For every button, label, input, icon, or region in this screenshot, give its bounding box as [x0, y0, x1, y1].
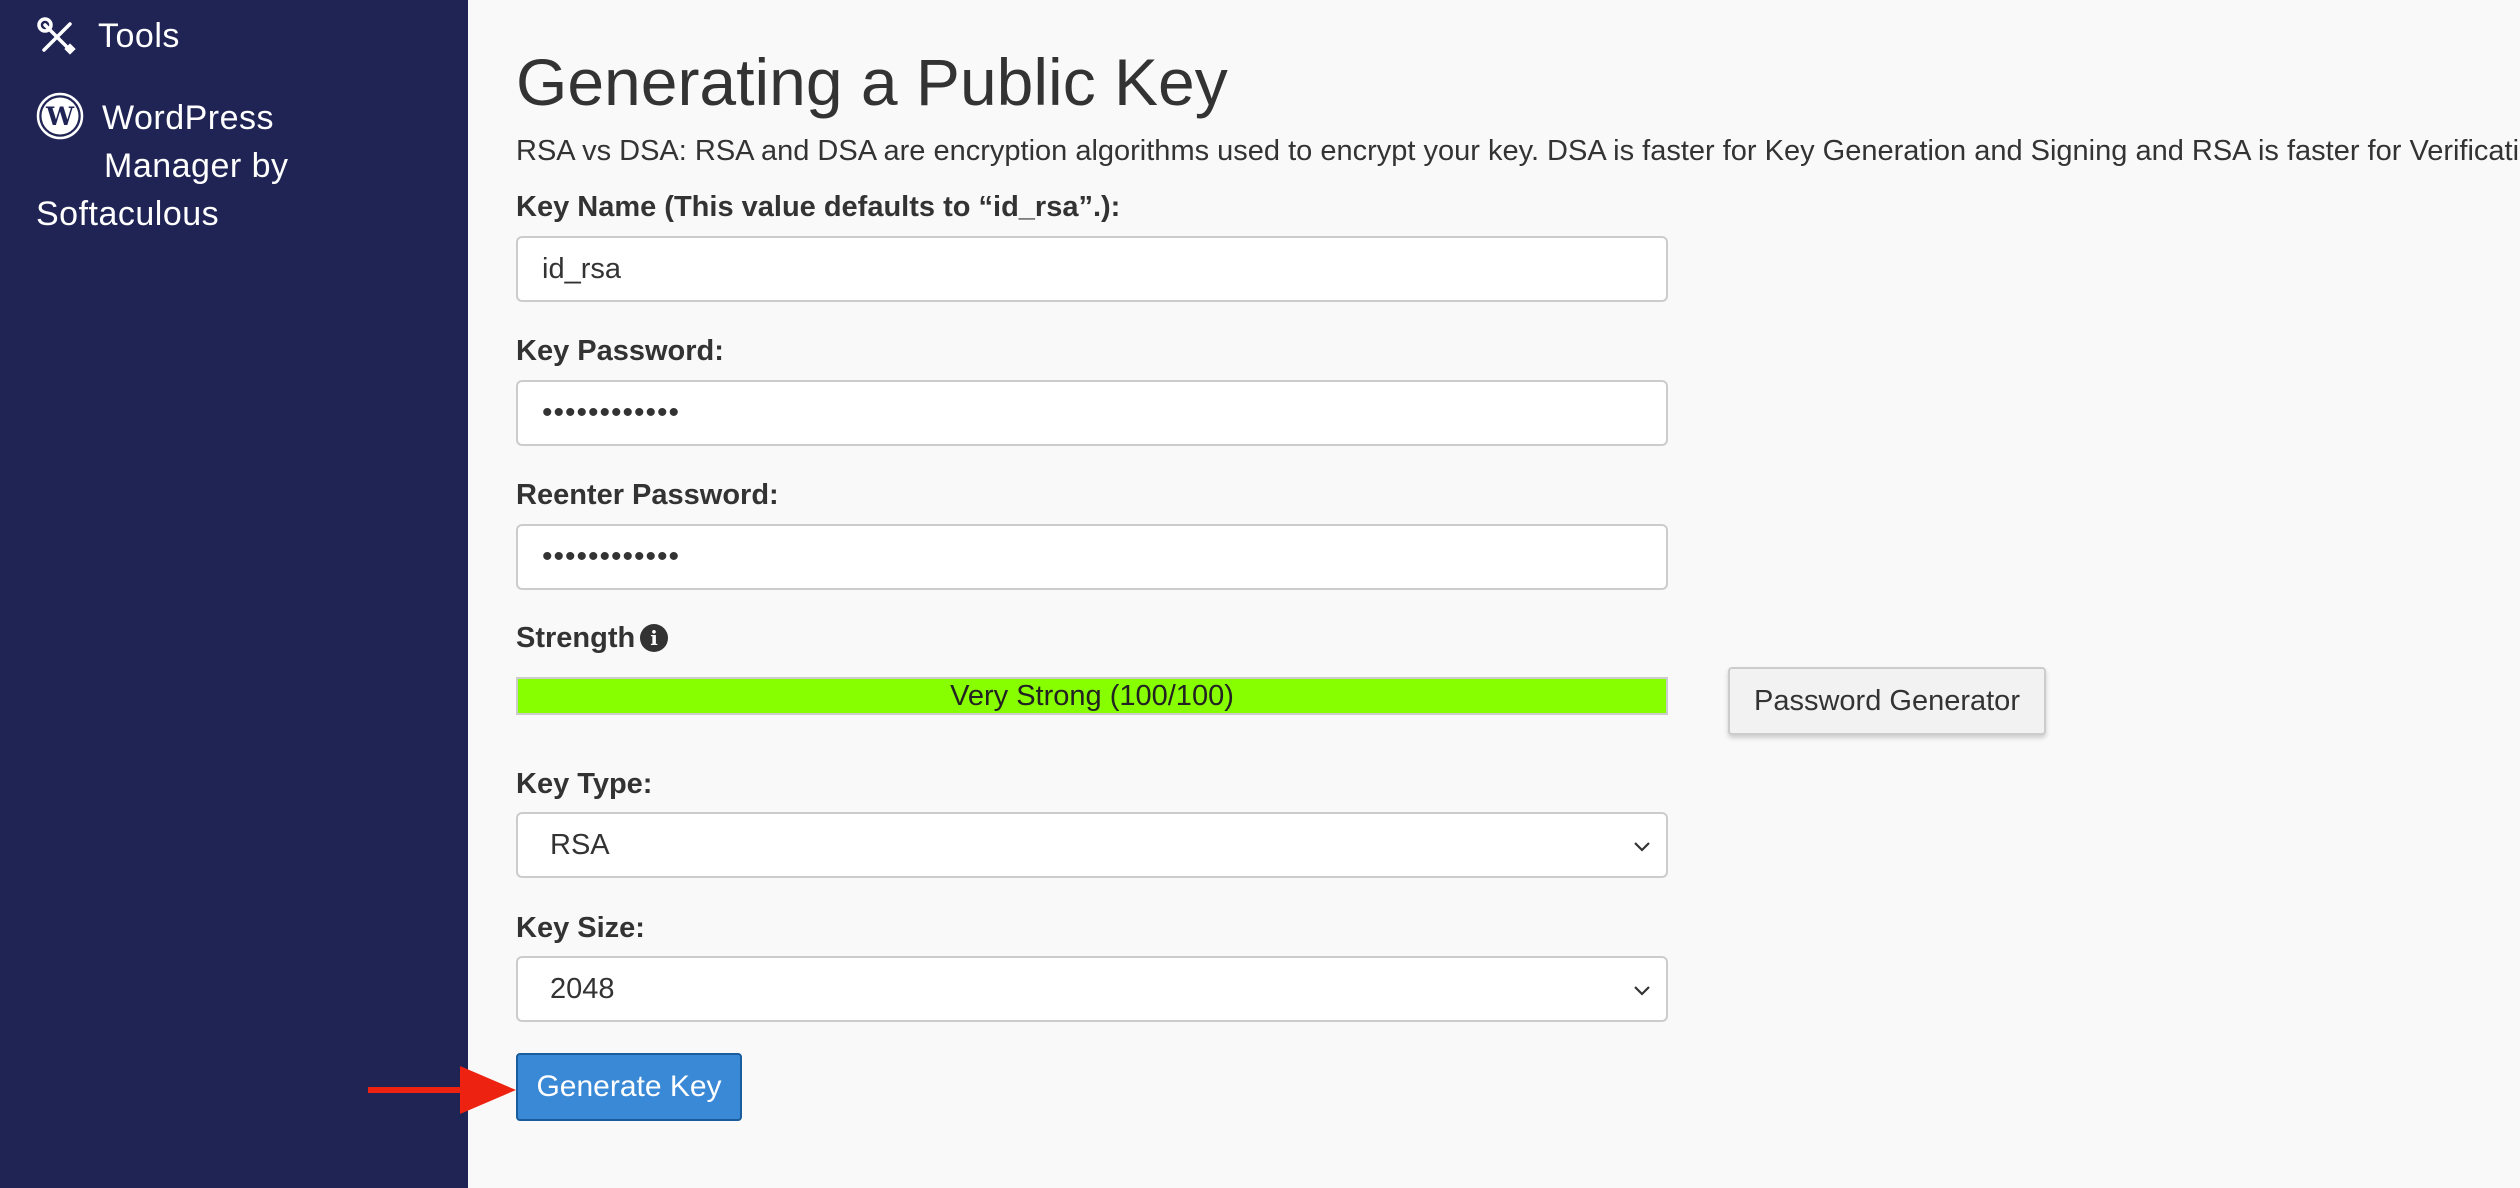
- key-type-select[interactable]: RSA: [516, 812, 1668, 878]
- key-size-select[interactable]: 2048: [516, 956, 1668, 1022]
- page-title: Generating a Public Key: [516, 45, 1228, 119]
- key-size-selected-value: 2048: [550, 973, 615, 1005]
- sidebar-item-label: Manager by: [104, 147, 289, 185]
- key-type-label: Key Type:: [516, 768, 653, 800]
- main-content: Generating a Public Key RSA vs DSA: RSA …: [516, 0, 2520, 1188]
- tools-icon: [37, 17, 76, 55]
- key-name-label: Key Name (This value defaults to “id_rsa…: [516, 191, 1121, 223]
- key-password-label: Key Password:: [516, 335, 724, 367]
- reenter-password-input[interactable]: [516, 524, 1668, 590]
- key-type-selected-value: RSA: [550, 829, 610, 861]
- generate-key-button[interactable]: Generate Key: [516, 1053, 742, 1121]
- chevron-down-icon: [1634, 986, 1650, 996]
- sidebar-item-label: WordPress: [102, 99, 275, 137]
- strength-label: Strength: [516, 622, 636, 654]
- page: Tools W WordPress Manager by Softaculous…: [0, 0, 2520, 1188]
- strength-meter: Very Strong (100/100): [516, 677, 1668, 715]
- key-password-input[interactable]: [516, 380, 1668, 446]
- key-name-input[interactable]: [516, 236, 1668, 302]
- chevron-down-icon: [1634, 842, 1650, 852]
- annotation-arrow-icon: [368, 1066, 516, 1114]
- svg-text:W: W: [45, 102, 75, 131]
- sidebar-item-label: Softaculous: [36, 195, 220, 233]
- wordpress-icon: W: [36, 92, 84, 140]
- strength-meter-text: Very Strong (100/100): [950, 680, 1234, 712]
- reenter-password-label: Reenter Password:: [516, 479, 779, 511]
- info-icon[interactable]: i: [640, 624, 668, 652]
- password-generator-button[interactable]: Password Generator: [1728, 667, 2046, 735]
- sidebar-item-label: Tools: [98, 17, 180, 55]
- description-text: RSA vs DSA: RSA and DSA are encryption a…: [516, 135, 2520, 167]
- sidebar: Tools W WordPress Manager by Softaculous: [0, 0, 468, 1188]
- key-size-label: Key Size:: [516, 912, 645, 944]
- sidebar-item-wordpress-manager[interactable]: W WordPress Manager by Softaculous: [36, 92, 436, 242]
